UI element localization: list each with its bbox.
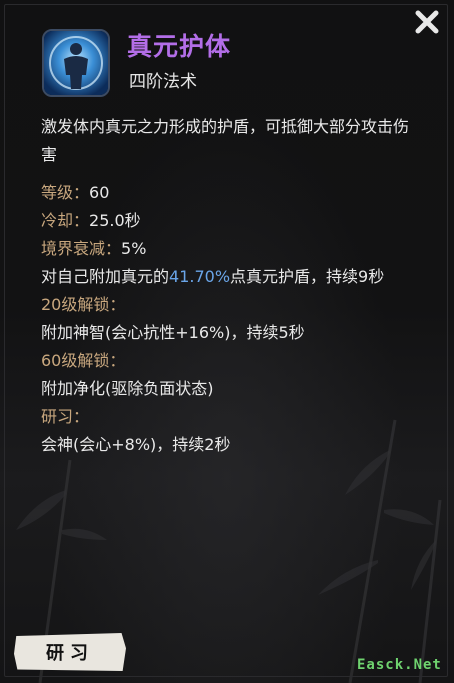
effect-suffix: 点真元护盾，持续9秒 — [230, 267, 385, 286]
stat-cooldown-value: 25.0秒 — [89, 211, 141, 230]
effect-text: 对自己附加真元的41.70%点真元护盾，持续9秒 — [41, 263, 421, 291]
stat-cooldown-label: 冷却： — [41, 211, 90, 230]
unlock-60-text: 附加净化(驱除负面状态) — [41, 379, 214, 398]
stat-level-label: 等级： — [41, 183, 90, 202]
stat-decay: 境界衰减：5% — [41, 235, 421, 263]
skill-icon — [42, 29, 110, 97]
effect-prefix: 对自己附加真元的 — [41, 267, 170, 286]
stat-decay-value: 5% — [121, 239, 147, 258]
unlock-20-label: 20级解锁： — [41, 295, 126, 314]
effect-percent: 41.70% — [169, 267, 231, 286]
close-x-icon — [415, 10, 439, 34]
skill-description: 激发体内真元之力形成的护盾，可抵御大部分攻击伤害 — [41, 117, 410, 164]
study-text: 会神(会心+8%)，持续2秒 — [41, 435, 231, 454]
close-button[interactable] — [410, 6, 444, 38]
watermark: Easck.Net — [357, 657, 442, 673]
stat-cooldown: 冷却：25.0秒 — [41, 207, 421, 235]
study-label: 研习： — [41, 407, 90, 426]
skill-tier: 四阶法术 — [129, 72, 197, 92]
study-button-label: 研习 — [46, 643, 94, 664]
stat-decay-label: 境界衰减： — [41, 239, 122, 258]
shield-body-icon — [44, 31, 108, 95]
skill-details: 激发体内真元之力形成的护盾，可抵御大部分攻击伤害 等级：60 冷却：25.0秒 … — [41, 113, 421, 459]
skill-name: 真元护体 — [127, 32, 232, 61]
stat-level-value: 60 — [89, 183, 110, 202]
unlock-60-label: 60级解锁： — [41, 351, 126, 370]
unlock-20-text: 附加神智(会心抗性+16%)，持续5秒 — [41, 323, 305, 342]
study-button[interactable]: 研习 — [14, 633, 126, 671]
stat-level: 等级：60 — [41, 179, 421, 207]
